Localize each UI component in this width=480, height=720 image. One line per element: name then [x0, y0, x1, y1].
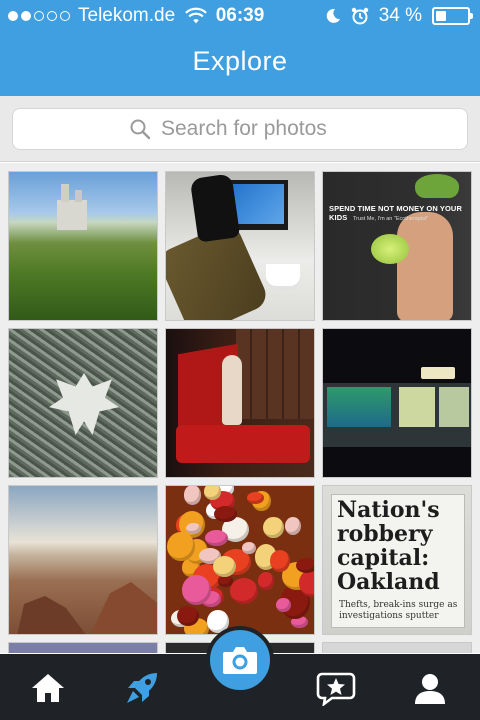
battery-percent: 34 %: [378, 5, 422, 26]
candy-shape: [186, 522, 202, 534]
candy-shape: [183, 486, 202, 505]
poster-subtext: Trust Me, I'm an "Ecotherapist": [353, 216, 429, 222]
photo-tile[interactable]: [8, 171, 158, 321]
search-icon: [130, 119, 151, 140]
moon-icon: [326, 8, 340, 23]
candy-shape: [285, 517, 302, 535]
status-right: 34 %: [325, 5, 473, 27]
photo-tile-partial[interactable]: [322, 642, 472, 653]
user-icon: [415, 674, 445, 704]
candy-shape: [296, 557, 314, 574]
melon-shape: [371, 234, 409, 264]
tab-explore[interactable]: [102, 660, 182, 716]
photo-tile[interactable]: [165, 328, 315, 478]
camera-button[interactable]: [206, 626, 274, 694]
lamp-shape: [421, 367, 455, 379]
kid-shape: [397, 212, 453, 320]
candy-shape: [247, 492, 264, 504]
search-input[interactable]: [161, 117, 351, 141]
top-bar: Telekom.de 06:39 34 % Explore: [0, 0, 480, 96]
photo-tile[interactable]: SPEND TIME NOT MONEY ON YOUR KIDS Trust …: [322, 171, 472, 321]
photo-tile[interactable]: [8, 328, 158, 478]
candy-shape: [257, 572, 275, 590]
hat-shape: [415, 174, 459, 198]
castle-shape: [57, 184, 87, 230]
candy-shape: [242, 541, 257, 555]
screen-shape: [399, 387, 435, 427]
home-icon: [32, 674, 64, 702]
screen-shape: [439, 387, 469, 427]
battery-icon: [432, 7, 473, 25]
candy-shape: [205, 530, 229, 547]
photo-tile-partial[interactable]: [8, 642, 158, 653]
tab-home[interactable]: [8, 660, 88, 716]
newspaper-subhead: Thefts, break-ins surge as investigation…: [339, 600, 458, 621]
battery-fill: [436, 11, 446, 21]
table-shape: [176, 425, 310, 463]
screen-shape: [327, 387, 391, 427]
cup-shape: [266, 264, 300, 286]
newspaper-headline: Nation's robbery capital: Oakland: [337, 497, 440, 595]
alarm-clock-icon: [351, 7, 368, 25]
photo-tile[interactable]: Nation's robbery capital: Oakland Thefts…: [322, 485, 472, 635]
photo-tile[interactable]: [322, 328, 472, 478]
child-shape: [222, 355, 242, 425]
status-bar: Telekom.de 06:39 34 %: [0, 0, 480, 32]
wall-shape: [236, 329, 314, 419]
star-chat-icon: [316, 672, 356, 706]
rock-shape: [17, 596, 87, 634]
page-title: Explore: [192, 46, 288, 76]
candy-shape: [263, 517, 284, 539]
photo-tile[interactable]: [8, 485, 158, 635]
camera-icon: [223, 647, 257, 674]
leaf-shape: [49, 373, 119, 435]
tab-activity[interactable]: [296, 660, 376, 716]
candy-shape: [229, 578, 258, 604]
photo-tile[interactable]: [165, 485, 315, 635]
tab-profile[interactable]: [390, 660, 470, 716]
candy-shape: [269, 550, 290, 573]
photo-tile[interactable]: [165, 171, 315, 321]
photo-grid: SPEND TIME NOT MONEY ON YOUR KIDS Trust …: [0, 163, 480, 653]
search-bar: [0, 96, 480, 162]
candy-shape: [214, 505, 237, 522]
candy-shape: [204, 486, 222, 500]
candy-shape: [276, 598, 291, 612]
rock-shape: [89, 582, 157, 634]
search-field[interactable]: [12, 108, 468, 150]
rocket-icon: [127, 673, 157, 703]
shoe-shape: [189, 173, 241, 243]
